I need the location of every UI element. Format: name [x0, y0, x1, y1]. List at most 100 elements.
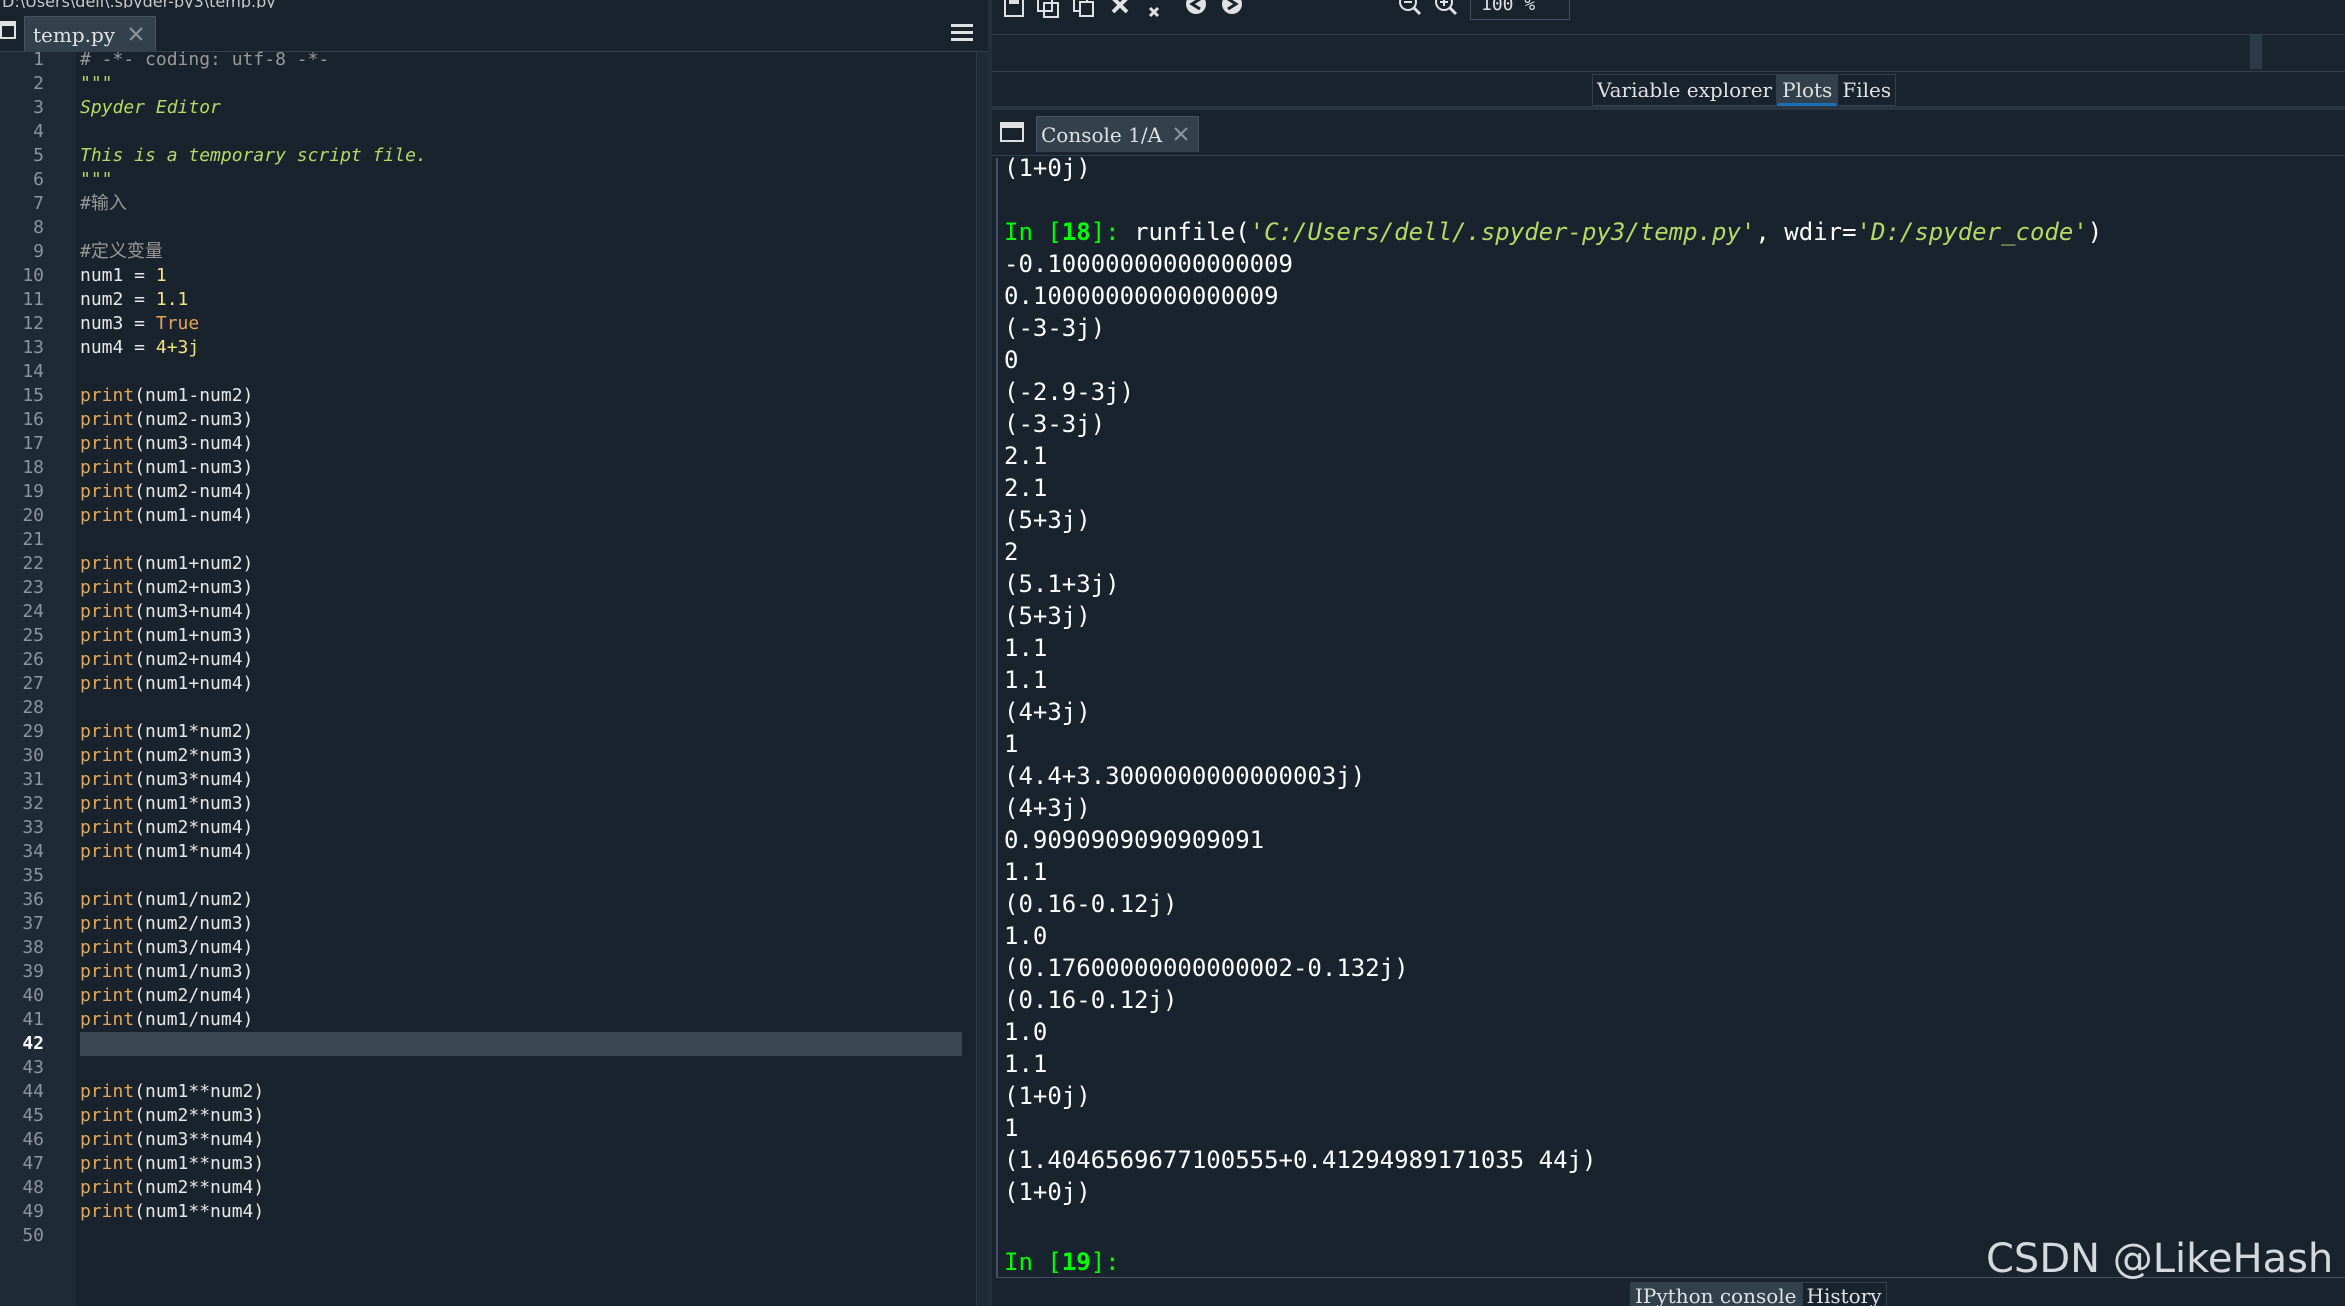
code-keyword: print — [80, 937, 135, 958]
next-plot-icon[interactable] — [1218, 0, 1246, 20]
code-args: (num1**num3) — [134, 1153, 265, 1174]
tab-console[interactable]: Console 1/A — [1036, 116, 1200, 152]
line-number: 9 — [33, 241, 44, 262]
plots-scrollbar[interactable] — [2250, 35, 2262, 69]
code-args: (num2+num3) — [134, 577, 254, 598]
code-number: 4+3j — [155, 337, 200, 358]
line-number: 1 — [33, 49, 44, 70]
code-keyword: print — [80, 1201, 135, 1222]
code-line-6: """ — [80, 169, 113, 190]
console-output-line: (4+3j) — [1004, 794, 1091, 822]
zoom-out-icon[interactable] — [1396, 0, 1424, 20]
code-keyword: print — [80, 721, 135, 742]
code-line-31: print(num3*num4) — [80, 768, 253, 792]
current-line-highlight — [80, 1032, 962, 1056]
tab-files[interactable]: Files — [1837, 74, 1897, 106]
zoom-input[interactable]: 100 % — [1470, 0, 1570, 20]
code-editor[interactable]: # -*- coding: utf-8 -*- """ Spyder Edito… — [76, 49, 976, 1306]
code-line-38: print(num3/num4) — [80, 936, 253, 960]
code-keyword: print — [80, 601, 135, 622]
console-output-line: (5+3j) — [1004, 506, 1091, 534]
code-line-15: print(num1-num2) — [80, 384, 253, 408]
code-line-44: print(num1**num2) — [80, 1080, 264, 1104]
previous-plot-icon[interactable] — [1182, 0, 1210, 20]
console-output-line: -0.10000000000000009 — [1004, 250, 1293, 278]
code-args: (num1-num4) — [134, 505, 254, 526]
code-args: (num3**num4) — [134, 1129, 265, 1150]
tab-history[interactable]: History — [1801, 1282, 1887, 1306]
console-tab-bar: Console 1/A — [992, 112, 2345, 156]
close-icon[interactable] — [127, 25, 145, 43]
tab-temp-py[interactable]: temp.py — [24, 16, 157, 52]
code-args: (num1/num4) — [134, 1009, 254, 1030]
tab-label: Console 1/A — [1041, 122, 1163, 147]
code-args: (num2-num3) — [134, 409, 254, 430]
prompt-suffix: ]: — [1090, 1248, 1120, 1276]
code-keyword: print — [80, 769, 135, 790]
line-number: 21 — [22, 529, 44, 550]
code-line-20: print(num1-num4) — [80, 504, 253, 528]
line-number: 41 — [22, 1009, 44, 1030]
zoom-in-icon[interactable] — [1432, 0, 1460, 20]
tab-variable-explorer[interactable]: Variable explorer — [1592, 74, 1778, 106]
code-keyword: print — [80, 985, 135, 1006]
code-line-36: print(num1/num2) — [80, 888, 253, 912]
save-icon[interactable] — [1000, 0, 1028, 20]
code-keyword: print — [80, 1009, 135, 1030]
ipython-console[interactable]: (1+0j) In [18]: runfile('C:/Users/dell/.… — [996, 154, 2345, 1278]
line-number: 32 — [22, 793, 44, 814]
code-keyword: print — [80, 1129, 135, 1150]
code-line-46: print(num3**num4) — [80, 1128, 264, 1152]
console-output-line: (0.16-0.12j) — [1004, 890, 1178, 918]
code-line-32: print(num1*num3) — [80, 792, 253, 816]
window-icon[interactable] — [0, 19, 16, 41]
prompt-prefix: In [ — [1004, 1248, 1062, 1276]
code-line-2: """ — [80, 73, 113, 94]
console-output-line: 0.9090909090909091 — [1004, 826, 1265, 854]
tab-plots[interactable]: Plots — [1777, 74, 1838, 106]
line-number: 17 — [22, 433, 44, 454]
bottom-tab-bar: IPython console History — [1630, 1282, 1887, 1306]
editor-scrollbar[interactable] — [976, 52, 988, 1306]
pane-separator[interactable] — [992, 106, 2345, 110]
editor-pane: D:\Users\dell\.spyder-py3\temp.py temp.p… — [0, 0, 988, 1306]
code-keyword: print — [80, 409, 135, 430]
console-output-line: (5+3j) — [1004, 602, 1091, 630]
console-output-line: (4+3j) — [1004, 698, 1091, 726]
console-prompt-line[interactable]: In [19]: — [1004, 1246, 1120, 1278]
code-line-18: print(num1-num3) — [80, 456, 253, 480]
code-keyword: print — [80, 793, 135, 814]
save-all-icon[interactable] — [1034, 0, 1062, 20]
code-line-41: print(num1/num4) — [80, 1008, 253, 1032]
hamburger-menu-icon[interactable] — [948, 20, 976, 46]
code-args: (num3/num4) — [134, 937, 254, 958]
code-keyword: print — [80, 505, 135, 526]
console-output-line: (5.1+3j) — [1004, 570, 1120, 598]
prompt-number: 18 — [1061, 218, 1091, 246]
remove-all-plots-icon[interactable] — [1140, 2, 1168, 26]
console-output-line: 1.1 — [1004, 634, 1048, 662]
line-number: 15 — [22, 385, 44, 406]
code-line-30: print(num2*num3) — [80, 744, 253, 768]
line-number: 14 — [22, 361, 44, 382]
code-keyword: print — [80, 577, 135, 598]
line-number: 10 — [22, 265, 44, 286]
tab-ipython-console[interactable]: IPython console — [1630, 1282, 1802, 1306]
line-number: 26 — [22, 649, 44, 670]
code-keyword: print — [80, 1153, 135, 1174]
console-output-line: 1.0 — [1004, 922, 1048, 950]
console-output-line: (1+0j) — [1004, 1082, 1091, 1110]
line-number: 38 — [22, 937, 44, 958]
remove-plot-icon[interactable] — [1106, 0, 1134, 20]
code-line-45: print(num2**num3) — [80, 1104, 264, 1128]
line-number: 5 — [33, 145, 44, 166]
console-output-line: (1+0j) — [1004, 154, 1091, 182]
window-icon[interactable] — [1000, 122, 1024, 142]
code-keyword: print — [80, 1105, 135, 1126]
console-output-line: (0.17600000000000002-0.132j) — [1004, 954, 1409, 982]
console-output-line: 1.1 — [1004, 666, 1048, 694]
code-line-17: print(num3-num4) — [80, 432, 253, 456]
copy-icon[interactable] — [1070, 0, 1098, 20]
close-icon[interactable] — [1172, 125, 1190, 143]
code-keyword: print — [80, 481, 135, 502]
